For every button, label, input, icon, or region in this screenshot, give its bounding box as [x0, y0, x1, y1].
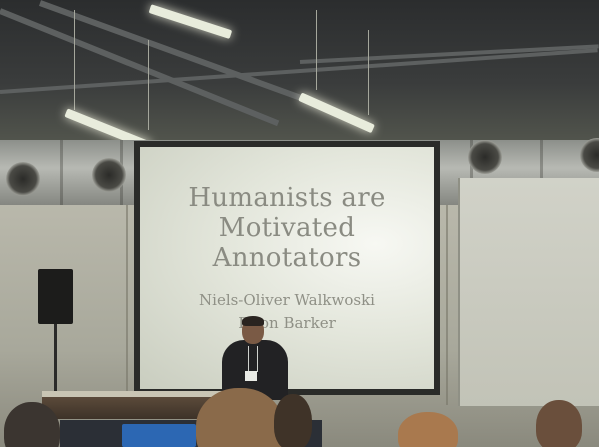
light-wire: [316, 10, 317, 90]
speaker-stand: [54, 324, 57, 394]
duct-vent: [92, 158, 126, 192]
whiteboard: [458, 178, 599, 406]
slide-author: Elton Barker: [238, 314, 336, 332]
lectern-logo: [122, 424, 196, 447]
duct-vent: [6, 162, 40, 196]
duct-rib: [60, 140, 63, 210]
table-skirt: [42, 397, 218, 419]
audience-head: [398, 412, 458, 447]
light-wire: [74, 10, 75, 110]
presenter-hair: [242, 316, 264, 326]
light-wire: [148, 40, 149, 130]
wall-seam: [126, 205, 128, 405]
lanyard: [248, 346, 258, 372]
light-wire: [368, 30, 369, 115]
slide-title-line: Humanists are: [188, 183, 386, 213]
slide-title-line: Motivated: [218, 213, 356, 243]
duct-vent: [468, 140, 502, 174]
slide-authors: Niels-Oliver Walkwoski Elton Barker: [140, 289, 434, 335]
slide-title-line: Annotators: [212, 243, 362, 273]
slide-title: Humanists are Motivated Annotators: [140, 183, 434, 273]
audience-head: [274, 394, 312, 447]
audience-head: [536, 400, 582, 447]
name-badge: [245, 371, 257, 381]
slide: Humanists are Motivated Annotators Niels…: [140, 147, 434, 389]
wall-seam: [446, 205, 448, 405]
loudspeaker: [38, 269, 73, 324]
conference-photo: Humanists are Motivated Annotators Niels…: [0, 0, 599, 447]
slide-author: Niels-Oliver Walkwoski: [199, 291, 375, 309]
